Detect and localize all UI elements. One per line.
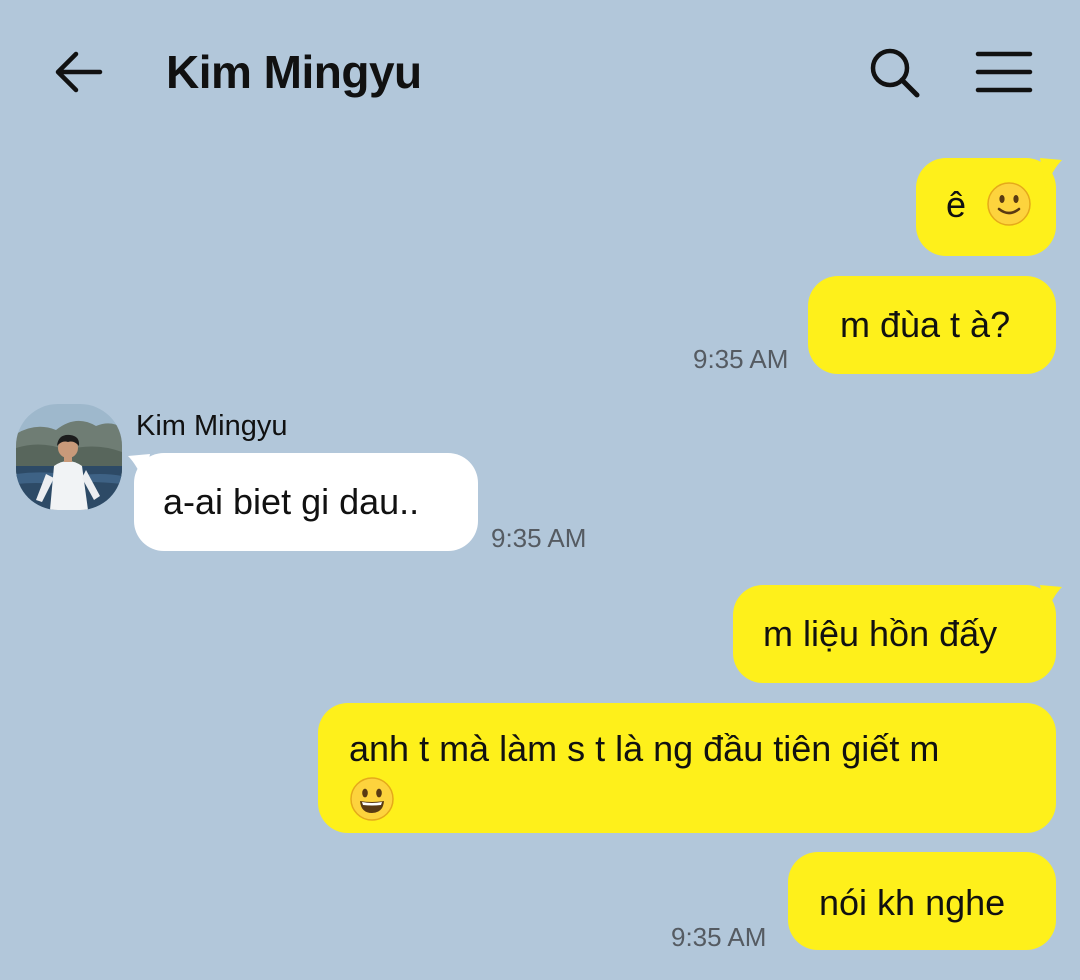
- arrow-left-icon: [55, 51, 103, 93]
- message-text: anh t mà làm s t là ng đầu tiên giết m: [349, 728, 940, 769]
- sender-name: Kim Mingyu: [136, 410, 288, 442]
- message-text: m đùa t à?: [840, 304, 1011, 345]
- avatar[interactable]: [16, 404, 122, 510]
- message-text: a-ai biet gi dau..: [163, 481, 420, 522]
- bubble-tail: [1040, 585, 1062, 615]
- bubble-tail: [128, 454, 150, 484]
- my-message-bubble[interactable]: ê: [916, 158, 1056, 256]
- profile-photo: [16, 404, 122, 510]
- grinning-face-icon: [350, 777, 394, 822]
- slightly-smiling-face-icon: [987, 182, 1031, 227]
- their-message-bubble[interactable]: a-ai biet gi dau..: [134, 453, 478, 551]
- message-timestamp: 9:35 AM: [491, 523, 587, 553]
- bubble-tail: [1040, 158, 1062, 188]
- message-text: ê: [946, 184, 967, 225]
- chat-title: Kim Mingyu: [166, 46, 422, 98]
- my-message-bubble[interactable]: nói kh nghe: [788, 852, 1056, 950]
- message-text: nói kh nghe: [819, 882, 1006, 923]
- my-message-bubble[interactable]: m đùa t à?: [808, 276, 1056, 374]
- chat-header: Kim Mingyu: [0, 0, 1080, 140]
- message-timestamp: 9:35 AM: [693, 344, 789, 374]
- menu-button[interactable]: [974, 44, 1034, 100]
- back-button[interactable]: [50, 44, 110, 100]
- message-timestamp: 9:35 AM: [671, 922, 767, 952]
- hamburger-menu-icon: [975, 51, 1033, 93]
- search-icon: [870, 48, 920, 98]
- my-message-bubble[interactable]: anh t mà làm s t là ng đầu tiên giết m: [318, 703, 1056, 833]
- my-message-bubble[interactable]: m liệu hồn đấy: [733, 585, 1056, 683]
- search-button[interactable]: [866, 44, 924, 102]
- message-text: m liệu hồn đấy: [763, 613, 998, 654]
